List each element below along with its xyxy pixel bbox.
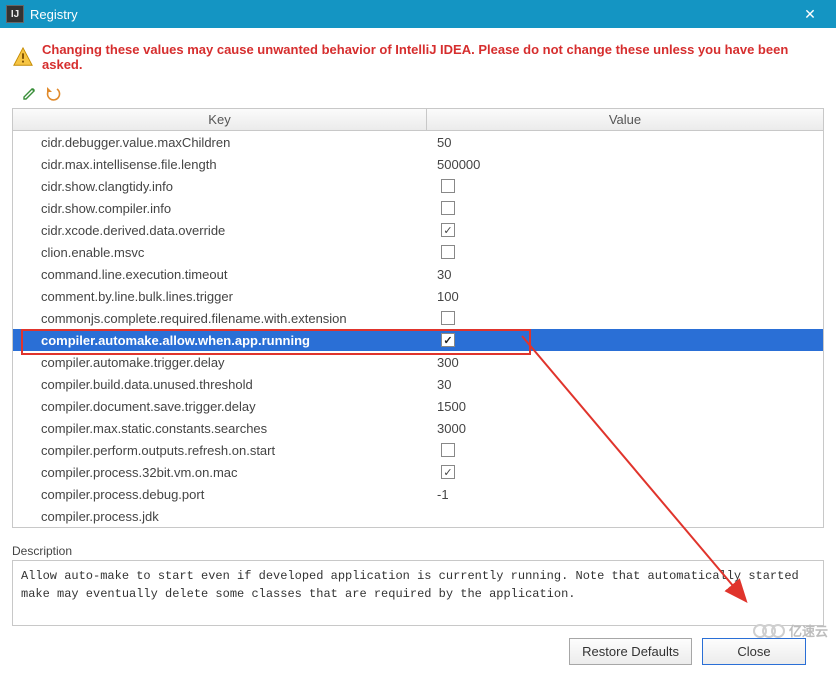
registry-key: cidr.debugger.value.maxChildren <box>13 135 427 150</box>
table-row[interactable]: cidr.debugger.value.maxChildren 50 <box>13 131 823 153</box>
table-row[interactable]: compiler.max.static.constants.searches 30… <box>13 417 823 439</box>
registry-key: compiler.max.static.constants.searches <box>13 421 427 436</box>
table-row[interactable]: compiler.automake.allow.when.app.running… <box>13 329 823 351</box>
registry-value[interactable]: ✓ <box>427 465 823 479</box>
text-value: 50 <box>437 135 451 150</box>
registry-key: compiler.automake.allow.when.app.running <box>13 333 427 348</box>
registry-key: compiler.build.data.unused.threshold <box>13 377 427 392</box>
window-title: Registry <box>30 7 790 22</box>
registry-value[interactable]: ✓ <box>427 223 823 237</box>
close-button[interactable]: Close <box>702 638 806 665</box>
text-value: 500000 <box>437 157 480 172</box>
registry-key: cidr.max.intellisense.file.length <box>13 157 427 172</box>
registry-value[interactable]: 30 <box>427 267 823 282</box>
table-row[interactable]: compiler.build.data.unused.threshold 30 <box>13 373 823 395</box>
registry-key: command.line.execution.timeout <box>13 267 427 282</box>
description-text: Allow auto-make to start even if develop… <box>12 560 824 626</box>
checkbox[interactable] <box>441 311 455 325</box>
checkbox[interactable] <box>441 179 455 193</box>
table-row[interactable]: cidr.xcode.derived.data.override ✓ <box>13 219 823 241</box>
registry-value[interactable]: 50 <box>427 135 823 150</box>
registry-key: compiler.automake.trigger.delay <box>13 355 427 370</box>
checkbox[interactable] <box>441 443 455 457</box>
registry-value[interactable] <box>427 443 823 457</box>
toolbar <box>12 80 824 108</box>
table-row[interactable]: cidr.show.compiler.info <box>13 197 823 219</box>
text-value: 30 <box>437 377 451 392</box>
registry-key: clion.enable.msvc <box>13 245 427 260</box>
checkbox[interactable]: ✓ <box>441 465 455 479</box>
registry-value[interactable]: ✓ <box>427 333 823 347</box>
text-value: 300 <box>437 355 459 370</box>
warning-icon <box>12 46 34 68</box>
checkbox[interactable]: ✓ <box>441 333 455 347</box>
table-row[interactable]: commonjs.complete.required.filename.with… <box>13 307 823 329</box>
description-label: Description <box>12 544 824 558</box>
text-value: 3000 <box>437 421 466 436</box>
registry-value[interactable]: -1 <box>427 487 823 502</box>
column-header-value[interactable]: Value <box>427 109 823 130</box>
table-row[interactable]: clion.enable.msvc <box>13 241 823 263</box>
text-value: -1 <box>437 487 449 502</box>
registry-value[interactable] <box>427 201 823 215</box>
table-header: Key Value <box>13 109 823 131</box>
checkbox[interactable] <box>441 201 455 215</box>
text-value: 30 <box>437 267 451 282</box>
checkbox[interactable] <box>441 245 455 259</box>
table-row[interactable]: compiler.automake.trigger.delay 300 <box>13 351 823 373</box>
registry-key: cidr.show.clangtidy.info <box>13 179 427 194</box>
registry-value[interactable]: 3000 <box>427 421 823 436</box>
column-header-key[interactable]: Key <box>13 109 427 130</box>
title-bar: IJ Registry ✕ <box>0 0 836 28</box>
table-row[interactable]: cidr.max.intellisense.file.length 500000 <box>13 153 823 175</box>
registry-value[interactable] <box>427 179 823 193</box>
registry-key: compiler.process.debug.port <box>13 487 427 502</box>
table-row[interactable]: compiler.process.32bit.vm.on.mac ✓ <box>13 461 823 483</box>
registry-key: compiler.process.jdk <box>13 509 427 524</box>
registry-value[interactable]: 30 <box>427 377 823 392</box>
edit-button[interactable] <box>20 84 38 102</box>
watermark: 亿速云 <box>758 621 828 640</box>
registry-value[interactable]: 500000 <box>427 157 823 172</box>
registry-key: comment.by.line.bulk.lines.trigger <box>13 289 427 304</box>
registry-table: Key Value cidr.debugger.value.maxChildre… <box>12 108 824 528</box>
text-value: 1500 <box>437 399 466 414</box>
table-row[interactable]: compiler.process.jdk <box>13 505 823 527</box>
revert-button[interactable] <box>44 84 62 102</box>
registry-value[interactable]: 100 <box>427 289 823 304</box>
checkbox[interactable]: ✓ <box>441 223 455 237</box>
registry-value[interactable]: 1500 <box>427 399 823 414</box>
close-window-button[interactable]: ✕ <box>790 6 830 23</box>
table-row[interactable]: compiler.document.save.trigger.delay 1500 <box>13 395 823 417</box>
table-row[interactable]: compiler.process.debug.port -1 <box>13 483 823 505</box>
registry-key: cidr.show.compiler.info <box>13 201 427 216</box>
registry-value[interactable] <box>427 245 823 259</box>
table-row[interactable]: comment.by.line.bulk.lines.trigger 100 <box>13 285 823 307</box>
restore-defaults-button[interactable]: Restore Defaults <box>569 638 692 665</box>
registry-key: compiler.perform.outputs.refresh.on.star… <box>13 443 427 458</box>
watermark-text: 亿速云 <box>789 621 828 640</box>
registry-key: cidr.xcode.derived.data.override <box>13 223 427 238</box>
app-icon: IJ <box>6 5 24 23</box>
table-row[interactable]: command.line.execution.timeout 30 <box>13 263 823 285</box>
registry-key: compiler.document.save.trigger.delay <box>13 399 427 414</box>
registry-key: compiler.process.32bit.vm.on.mac <box>13 465 427 480</box>
registry-value[interactable] <box>427 311 823 325</box>
table-row[interactable]: cidr.show.clangtidy.info <box>13 175 823 197</box>
registry-key: commonjs.complete.required.filename.with… <box>13 311 427 326</box>
warning-text: Changing these values may cause unwanted… <box>42 42 824 72</box>
text-value: 100 <box>437 289 459 304</box>
registry-value[interactable]: 300 <box>427 355 823 370</box>
table-row[interactable]: compiler.perform.outputs.refresh.on.star… <box>13 439 823 461</box>
